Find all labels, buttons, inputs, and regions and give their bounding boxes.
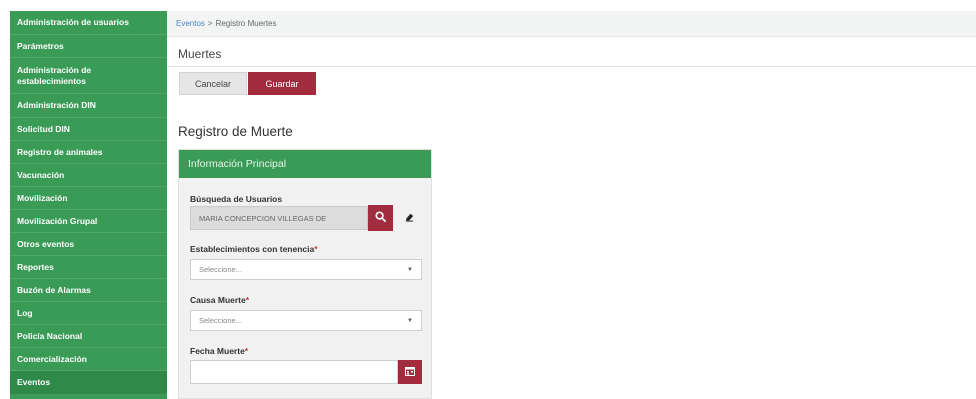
sidebar-item-label: Otros eventos (17, 238, 75, 249)
sidebar-item-label: Solicitud DIN (17, 123, 70, 134)
sidebar-item-eventos[interactable]: Eventos (10, 371, 167, 395)
required-mark: * (245, 295, 250, 305)
sidebar-item-label: Administración de usuarios (17, 17, 129, 27)
required-mark: * (244, 346, 249, 356)
sidebar-item-label: Comercialización (17, 353, 87, 364)
establishment-select[interactable]: Seleccione... ▼ (190, 259, 422, 280)
sidebar-item-label: Movilización (17, 192, 68, 203)
establishment-label: Establecimientos con tenencia* (190, 244, 318, 254)
date-label-text: Fecha Muerte (190, 346, 245, 356)
user-search-input[interactable]: MARIA CONCEPCION VILLEGAS DE (190, 206, 368, 230)
sidebar-item-solicitud-din[interactable]: Solicitud DIN (10, 118, 167, 141)
sidebar-item-buzon-alarmas[interactable]: Buzón de Alarmas (10, 279, 167, 302)
breadcrumb-current: Registro Muertes (215, 19, 277, 28)
chevron-down-icon: ▼ (407, 266, 413, 273)
cause-label: Causa Muerte* (190, 295, 249, 305)
cancel-button[interactable]: Cancelar (179, 72, 247, 95)
sidebar-item-label: Policía Nacional (17, 330, 83, 341)
establishment-label-text: Establecimientos con tenencia (190, 244, 315, 254)
breadcrumb-separator: > (207, 19, 213, 28)
calendar-button[interactable] (398, 360, 422, 384)
eraser-icon (404, 209, 415, 227)
sidebar-item-otros-eventos[interactable]: Otros eventos (10, 233, 167, 256)
sidebar-item-label: Log (17, 307, 33, 318)
cause-selected-value: Seleccione... (199, 316, 242, 325)
user-search-label: Búsqueda de Usuarios (190, 194, 283, 204)
sidebar-item-label: Administración de establecimientos (17, 64, 92, 86)
sidebar-item-administracion-usuarios[interactable]: Administración de usuarios (10, 11, 167, 35)
sidebar-item-parametros[interactable]: Parámetros (10, 35, 167, 58)
sidebar-item-policia-nacional[interactable]: Policía Nacional (10, 325, 167, 348)
sidebar-item-registro-animales[interactable]: Registro de animales (10, 141, 167, 164)
sidebar-item-log[interactable]: Log (10, 302, 167, 325)
sidebar-item-label: Movilización Grupal (17, 215, 98, 226)
sidebar-item-movilizacion-grupal[interactable]: Movilización Grupal (10, 210, 167, 233)
search-button[interactable] (368, 205, 393, 231)
sidebar-item-reportes[interactable]: Reportes (10, 256, 167, 279)
sidebar-item-label: Administración DIN (17, 100, 96, 110)
sidebar-item-comercializacion[interactable]: Comercialización (10, 348, 167, 371)
search-icon (375, 209, 386, 227)
sidebar-item-administracion-din[interactable]: Administración DIN (10, 94, 167, 118)
date-input[interactable] (190, 360, 398, 384)
sidebar-item-label: Buzón de Alarmas (17, 284, 91, 295)
page-title: Muertes (178, 47, 222, 61)
chevron-down-icon: ▼ (407, 317, 413, 324)
required-mark: * (314, 244, 318, 254)
sidebar-item-label: Vacunación (17, 169, 65, 180)
cause-label-text: Causa Muerte (190, 295, 246, 305)
sidebar: Administración de usuarios Parámetros Ad… (10, 11, 167, 399)
eraser-button[interactable] (398, 207, 420, 229)
save-button[interactable]: Guardar (248, 72, 316, 95)
sidebar-item-label: Reportes (17, 261, 54, 272)
sidebar-item-label: Registro de animales (17, 146, 103, 157)
breadcrumb-link-eventos[interactable]: Eventos (176, 19, 205, 28)
panel-header: Información Principal (179, 150, 431, 178)
info-panel: Información Principal Búsqueda de Usuari… (178, 149, 432, 399)
sidebar-item-label: Eventos (17, 377, 51, 387)
breadcrumb: Eventos > Registro Muertes (176, 19, 277, 28)
date-label: Fecha Muerte* (190, 346, 248, 356)
sidebar-item-label: Parámetros (17, 40, 64, 51)
divider (167, 66, 976, 67)
sidebar-item-administracion-establecimientos[interactable]: Administración de establecimientos (10, 58, 167, 94)
topbar: Eventos > Registro Muertes (167, 11, 976, 37)
calendar-icon (405, 363, 415, 381)
sidebar-item-movilizacion[interactable]: Movilización (10, 187, 167, 210)
cause-select[interactable]: Seleccione... ▼ (190, 310, 422, 331)
sidebar-item-vacunacion[interactable]: Vacunación (10, 164, 167, 187)
form-title: Registro de Muerte (178, 124, 293, 139)
establishment-selected-value: Seleccione... (199, 265, 242, 274)
